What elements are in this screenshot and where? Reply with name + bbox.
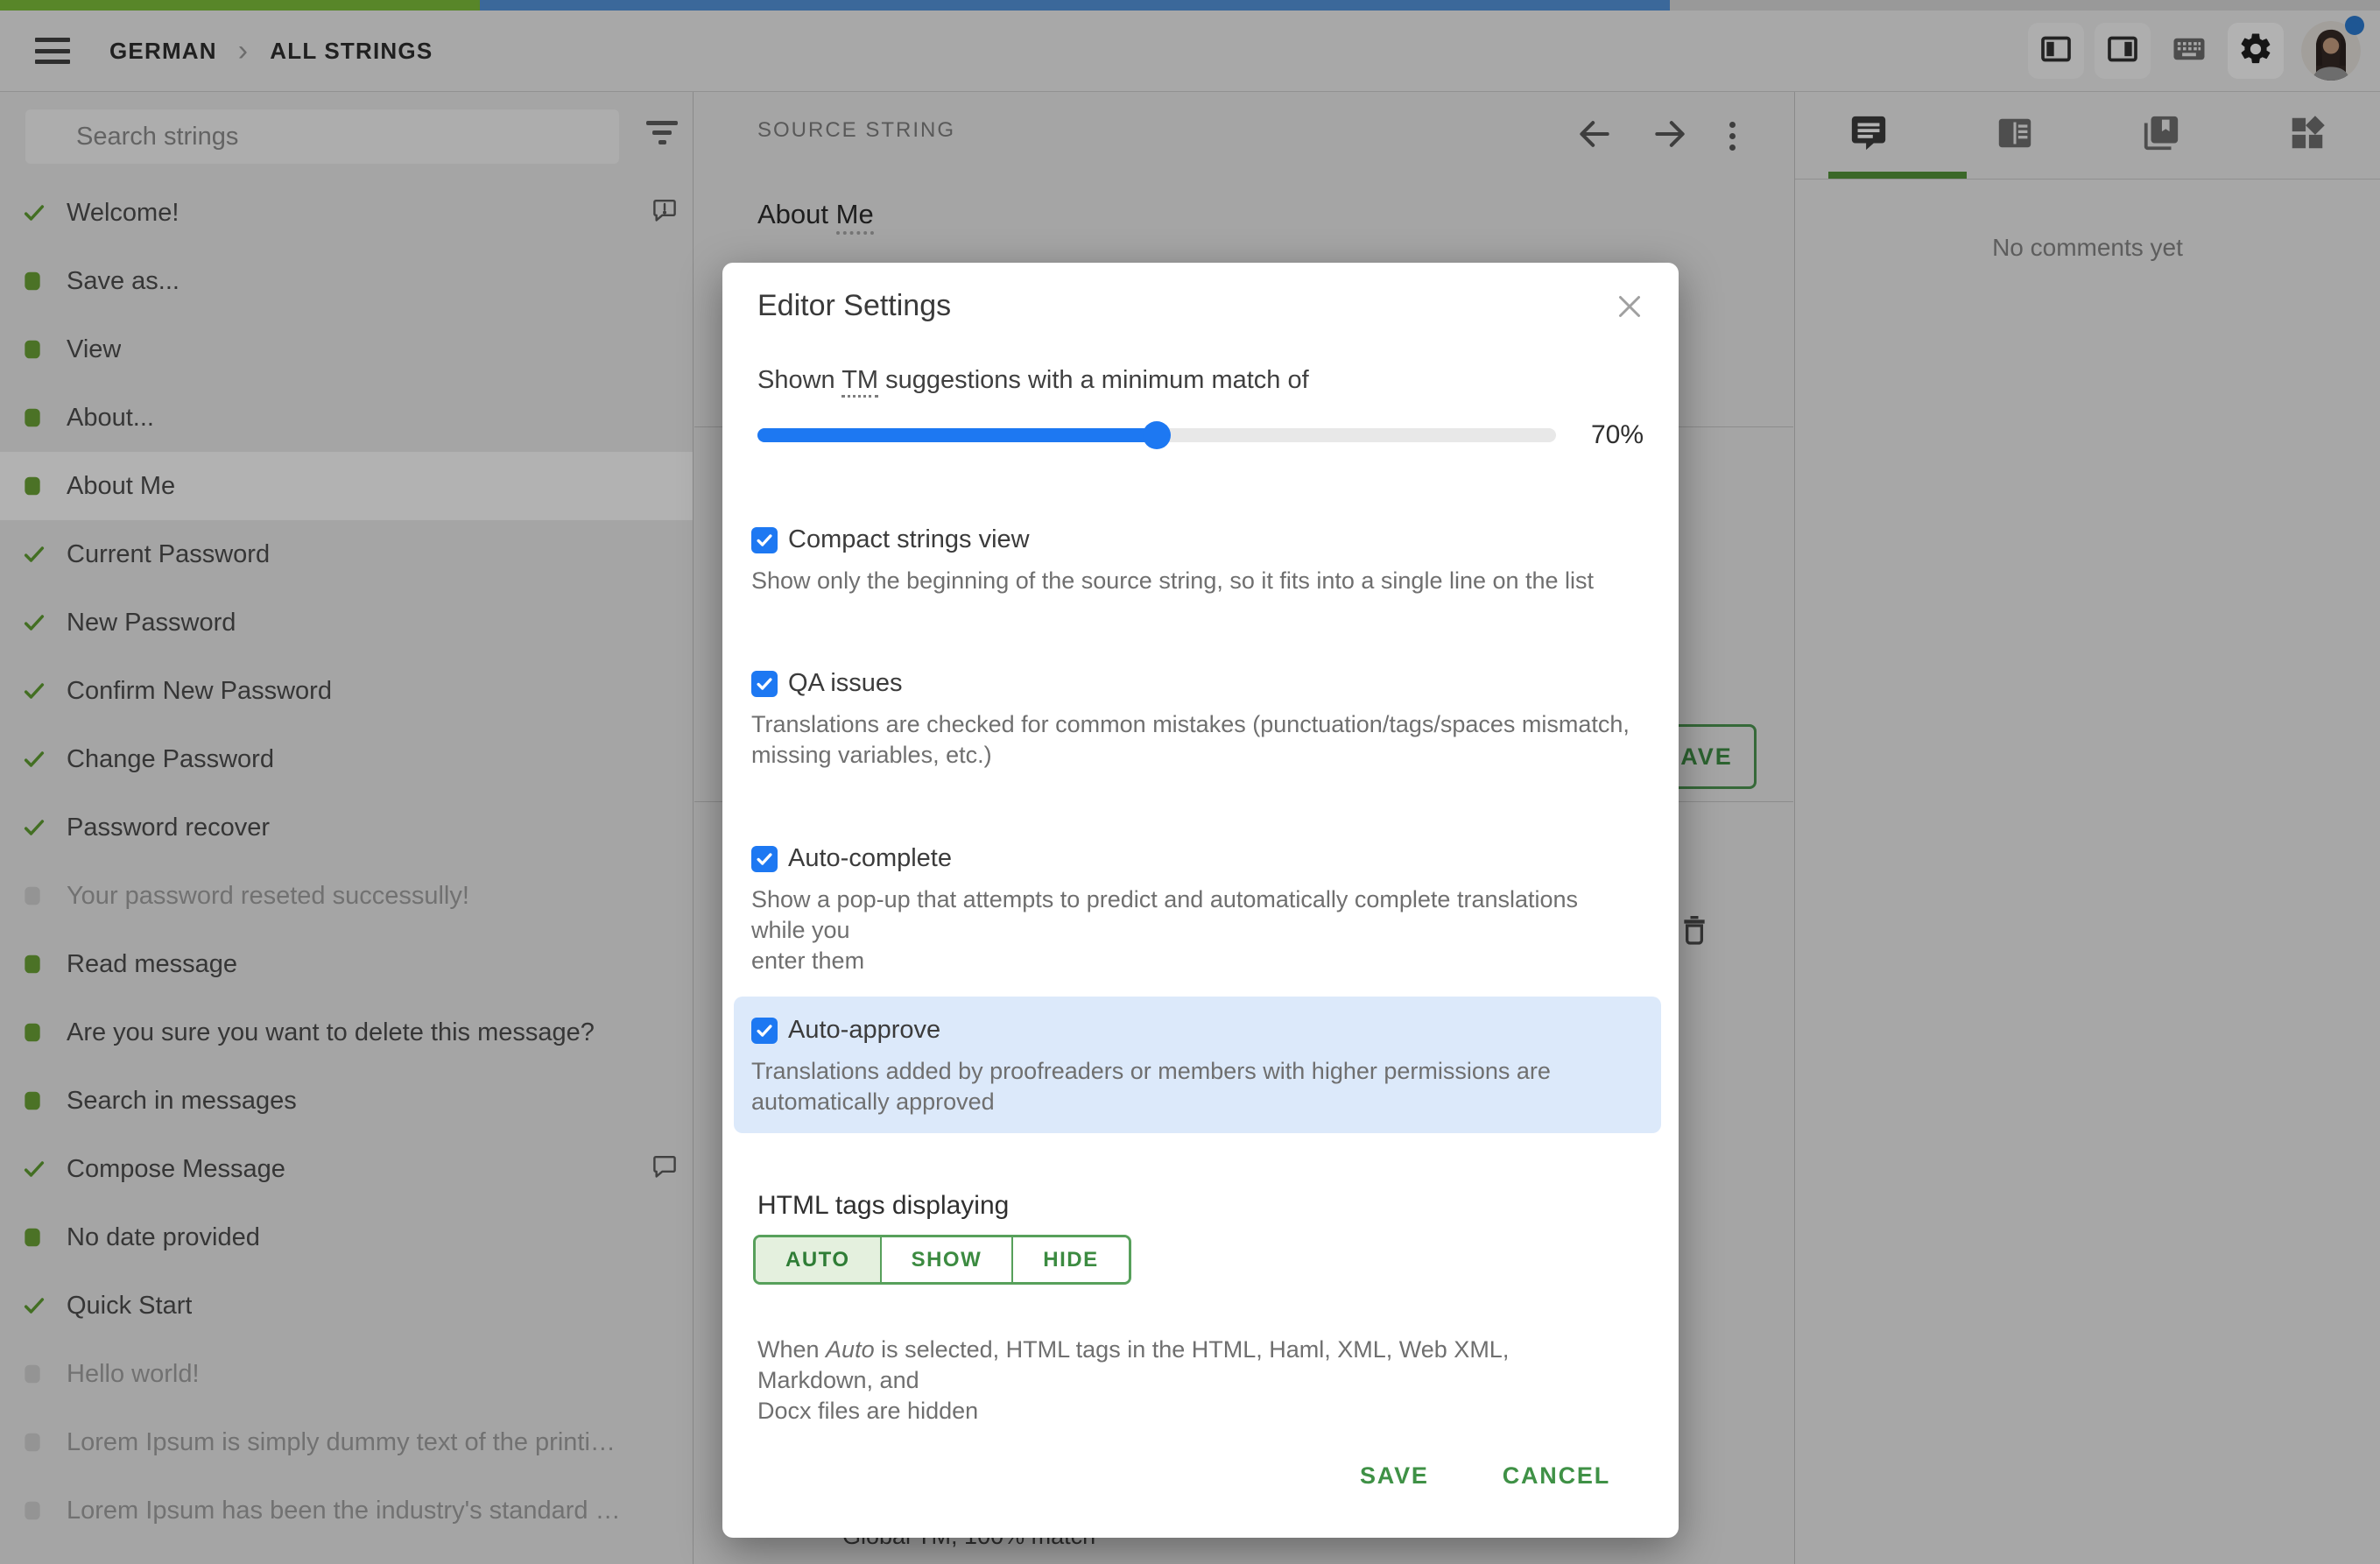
- auto-approve-checkbox[interactable]: [751, 1017, 778, 1044]
- compact-strings-checkbox[interactable]: [751, 526, 778, 553]
- html-tags-heading: HTML tags displaying: [757, 1191, 1010, 1220]
- option-compact-strings: Compact strings view Show only the begin…: [751, 525, 1595, 594]
- option-auto-approve: Auto-approve Translations added by proof…: [734, 997, 1661, 1133]
- cancel-button[interactable]: CANCEL: [1490, 1452, 1623, 1500]
- auto-complete-checkbox[interactable]: [751, 845, 778, 872]
- tm-abbreviation: TM: [841, 366, 879, 398]
- option-auto-complete: Auto-complete Show a pop-up that attempt…: [751, 844, 1579, 974]
- html-tags-hide-button[interactable]: HIDE: [1011, 1237, 1129, 1282]
- editor-settings-dialog: Editor Settings Shown TM suggestions wit…: [722, 263, 1679, 1538]
- close-icon[interactable]: [1612, 289, 1647, 324]
- slider-fill: [757, 428, 1157, 442]
- slider-value: 70%: [1590, 420, 1644, 449]
- tm-threshold-slider[interactable]: [757, 421, 1556, 449]
- html-tags-auto-button[interactable]: AUTO: [756, 1237, 880, 1282]
- html-tags-show-button[interactable]: SHOW: [879, 1237, 1012, 1282]
- crowdin-editor: GERMAN › ALL STRINGS Search strings Welc…: [0, 0, 2380, 1564]
- save-button[interactable]: SAVE: [1348, 1452, 1441, 1500]
- qa-issues-checkbox[interactable]: [751, 670, 778, 697]
- slider-thumb[interactable]: [1143, 421, 1171, 449]
- tm-threshold-label: Shown TM suggestions with a minimum matc…: [757, 366, 1309, 398]
- dialog-title: Editor Settings: [757, 289, 952, 322]
- html-tags-description: When Auto is selected, HTML tags in the …: [757, 1336, 1510, 1424]
- html-tags-toggle: AUTO SHOW HIDE: [753, 1235, 1131, 1285]
- option-qa-issues: QA issues Translations are checked for c…: [751, 669, 1630, 768]
